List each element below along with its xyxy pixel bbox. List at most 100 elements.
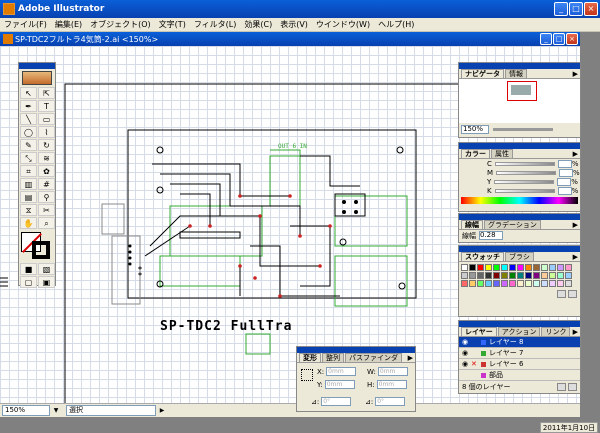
brush-tool-icon[interactable]: ⌇	[38, 126, 55, 138]
screen-mode-full-icon[interactable]: ▣	[38, 276, 55, 288]
status-dropdown-icon[interactable]: ▶	[156, 405, 168, 416]
delete-layer-icon[interactable]	[568, 382, 577, 391]
navigator-zoom-slider[interactable]	[493, 127, 553, 131]
swatch-chip[interactable]	[501, 280, 508, 287]
swatch-chip[interactable]	[557, 264, 564, 271]
tab-actions[interactable]: アクション	[497, 327, 541, 336]
layer-row[interactable]: ◉ レイヤー 7	[459, 348, 580, 359]
y-field[interactable]: 0mm	[324, 380, 355, 389]
swatch-chip[interactable]	[525, 272, 532, 279]
mesh-tool-icon[interactable]: #	[38, 178, 55, 190]
visibility-eye-icon[interactable]: ◉	[459, 349, 471, 357]
hand-tool-icon[interactable]: ✋	[20, 217, 37, 229]
swatch-chip[interactable]	[549, 272, 556, 279]
rotate-field[interactable]: 0°	[321, 397, 352, 406]
tab-layers[interactable]: レイヤー	[461, 327, 497, 336]
scissors-tool-icon[interactable]: ✂	[38, 204, 55, 216]
panel-menu-icon[interactable]: ▶	[573, 150, 578, 158]
zoom-dropdown-icon[interactable]: ▼	[50, 405, 62, 416]
tab-attributes[interactable]: 属性	[491, 149, 513, 158]
gradient-tool-icon[interactable]: ▤	[20, 191, 37, 203]
symbol-tool-icon[interactable]: ✿	[38, 165, 55, 177]
panel-menu-icon[interactable]: ▶	[573, 253, 578, 261]
scale-tool-icon[interactable]: ⤡	[20, 152, 37, 164]
swatch-chip[interactable]	[565, 280, 572, 287]
menu-file[interactable]: ファイル(F)	[0, 19, 51, 30]
screen-mode-standard-icon[interactable]: ▢	[20, 276, 37, 288]
blend-tool-icon[interactable]: ⧖	[20, 204, 37, 216]
h-field[interactable]: 0mm	[376, 380, 407, 389]
swatch-chip[interactable]	[461, 272, 468, 279]
app-minimize-button[interactable]: _	[554, 2, 568, 16]
tab-pathfinder[interactable]: パスファインダ	[345, 353, 402, 362]
tab-stroke[interactable]: 線幅	[461, 220, 483, 229]
navigator-preview[interactable]	[459, 79, 580, 123]
zoom-tool-icon[interactable]: ⌕	[38, 217, 55, 229]
swatch-chip[interactable]	[469, 272, 476, 279]
reference-point-icon[interactable]	[301, 369, 313, 381]
swatch-chip[interactable]	[477, 272, 484, 279]
menu-effect[interactable]: 効果(C)	[240, 19, 276, 30]
swatch-chip[interactable]	[477, 264, 484, 271]
panel-menu-icon[interactable]: ▶	[573, 328, 578, 336]
layer-row[interactable]: 部品	[459, 370, 580, 381]
menu-filter[interactable]: フィルタ(L)	[190, 19, 241, 30]
tab-align[interactable]: 整列	[322, 353, 344, 362]
zoom-field[interactable]: 150%	[2, 405, 50, 416]
line-tool-icon[interactable]: ╲	[20, 113, 37, 125]
free-transform-tool-icon[interactable]: ⌗	[20, 165, 37, 177]
pencil-tool-icon[interactable]: ✎	[20, 139, 37, 151]
doc-close-button[interactable]: ×	[566, 33, 578, 45]
swatch-chip[interactable]	[549, 264, 556, 271]
panel-menu-icon[interactable]: ▶	[573, 70, 578, 78]
layer-row[interactable]: ◉ ✕ レイヤー 6	[459, 359, 580, 370]
swatch-chip[interactable]	[517, 272, 524, 279]
swatch-chip[interactable]	[565, 264, 572, 271]
swatch-chip[interactable]	[485, 272, 492, 279]
swatch-chip[interactable]	[485, 264, 492, 271]
swatch-chip[interactable]	[549, 280, 556, 287]
menu-type[interactable]: 文字(T)	[155, 19, 190, 30]
tab-info[interactable]: 情報	[505, 69, 527, 78]
gradient-mode-icon[interactable]: ▧	[38, 263, 55, 275]
rotate-tool-icon[interactable]: ↻	[38, 139, 55, 151]
document-title-bar[interactable]: SP-TDC2フルトラ4気筒-2.ai <150%> _ □ ×	[0, 32, 580, 46]
new-swatch-icon[interactable]	[557, 290, 566, 298]
rectangle-tool-icon[interactable]: ▭	[38, 113, 55, 125]
panel-menu-icon[interactable]: ▶	[408, 354, 413, 362]
tab-brushes[interactable]: ブラシ	[505, 252, 534, 261]
channel-y-value[interactable]	[557, 177, 572, 186]
warp-tool-icon[interactable]: ≋	[38, 152, 55, 164]
tools-panel-titlebar[interactable]	[19, 63, 55, 69]
channel-c-value[interactable]	[557, 159, 572, 168]
swatch-chip[interactable]	[509, 272, 516, 279]
pen-tool-icon[interactable]: ✒	[20, 100, 37, 112]
swatch-chip[interactable]	[517, 280, 524, 287]
swatch-chip[interactable]	[517, 264, 524, 271]
app-close-button[interactable]: ×	[584, 2, 598, 16]
swatch-chip[interactable]	[541, 272, 548, 279]
swatch-chip[interactable]	[485, 280, 492, 287]
type-tool-icon[interactable]: T	[38, 100, 55, 112]
tab-navigator[interactable]: ナビゲータ	[461, 69, 504, 78]
swatch-chip[interactable]	[533, 264, 540, 271]
shear-field[interactable]: 0°	[375, 397, 406, 406]
delete-swatch-icon[interactable]	[568, 290, 577, 298]
channel-m-slider[interactable]	[496, 170, 557, 175]
menu-edit[interactable]: 編集(E)	[51, 19, 86, 30]
swatch-chip[interactable]	[565, 272, 572, 279]
w-field[interactable]: 0mm	[377, 367, 408, 376]
tab-gradient[interactable]: グラデーション	[484, 220, 541, 229]
menu-object[interactable]: オブジェクト(O)	[86, 19, 155, 30]
fill-stroke-swatches[interactable]	[21, 232, 53, 260]
direct-selection-tool-icon[interactable]: ⇱	[38, 87, 55, 99]
swatch-chip[interactable]	[493, 264, 500, 271]
stroke-swatch-icon[interactable]	[32, 241, 50, 259]
menu-help[interactable]: ヘルプ(H)	[374, 19, 418, 30]
swatch-chip[interactable]	[533, 272, 540, 279]
doc-minimize-button[interactable]: _	[540, 33, 552, 45]
menu-view[interactable]: 表示(V)	[276, 19, 312, 30]
channel-m-value[interactable]	[559, 168, 574, 177]
swatch-chip[interactable]	[493, 272, 500, 279]
swatch-chip[interactable]	[477, 280, 484, 287]
